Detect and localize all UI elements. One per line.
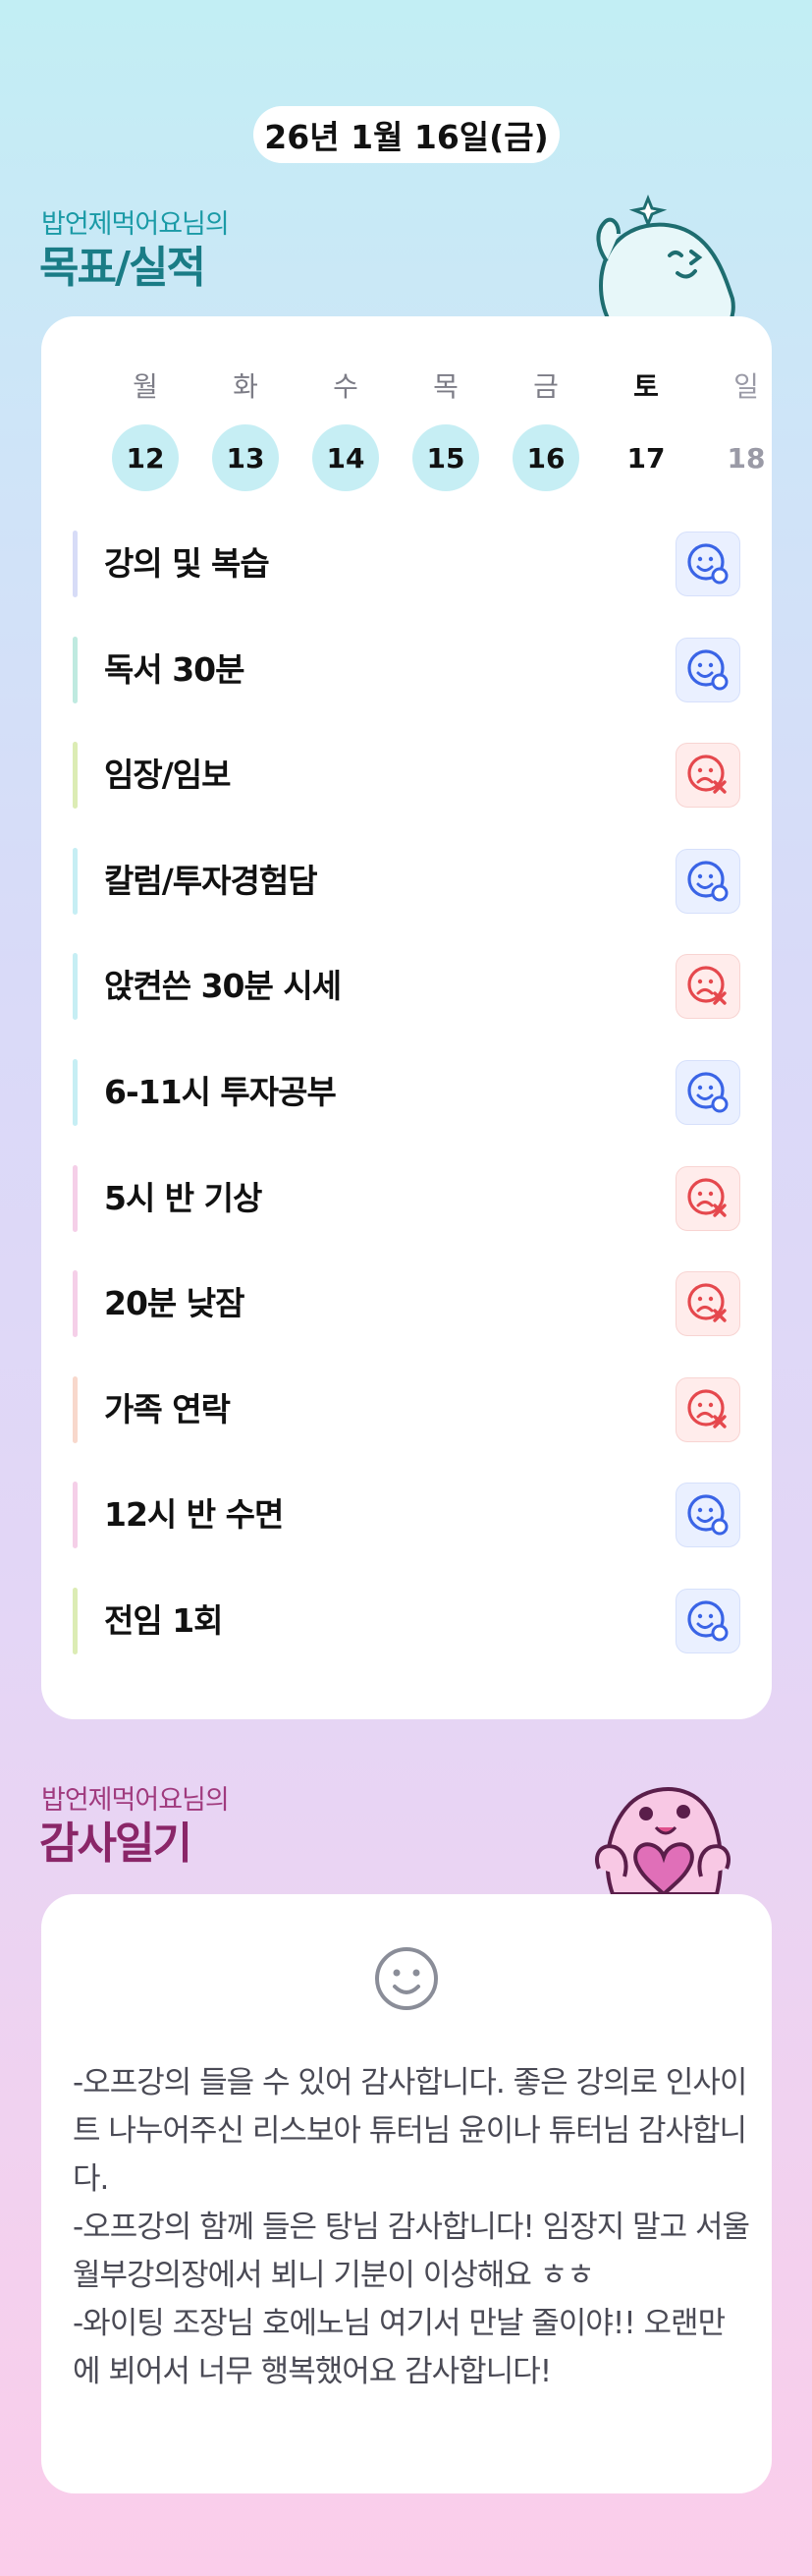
day-fri[interactable]: 금 16 bbox=[513, 367, 579, 491]
day-name: 수 bbox=[333, 370, 358, 403]
goal-label: 전임 1회 bbox=[104, 1601, 224, 1640]
goal-label: 5시 반 기상 bbox=[104, 1178, 262, 1217]
mascot-heart-illustration bbox=[595, 1787, 731, 1894]
day-number: 18 bbox=[727, 441, 766, 475]
goal-status-fail-icon[interactable] bbox=[676, 1165, 740, 1231]
goal-status-fail-icon[interactable] bbox=[676, 743, 740, 809]
goal-row[interactable]: 5시 반 기상 bbox=[41, 1164, 772, 1232]
goals-section-title: 목표/실적 bbox=[39, 243, 206, 293]
goal-row[interactable]: 전임 1회 bbox=[41, 1588, 772, 1654]
day-wed[interactable]: 수 14 bbox=[312, 367, 379, 491]
diary-card: -오프강의 들을 수 있어 감사합니다. 좋은 강의로 인사이트 나누어주신 리… bbox=[41, 1894, 772, 2493]
smiley-icon bbox=[375, 1947, 438, 2010]
date-label: 26년 1월 16일(금) bbox=[264, 118, 549, 156]
goal-color-bar bbox=[73, 1270, 78, 1338]
day-name: 목 bbox=[433, 370, 459, 403]
goal-color-bar bbox=[73, 636, 78, 703]
goal-color-bar bbox=[73, 953, 78, 1021]
day-name: 월 bbox=[133, 370, 158, 403]
day-number: 14 bbox=[312, 424, 379, 491]
date-pill[interactable]: 26년 1월 16일(금) bbox=[253, 106, 560, 163]
day-number: 16 bbox=[513, 424, 579, 491]
goal-color-bar bbox=[73, 531, 78, 597]
goal-row[interactable]: 독서 30분 bbox=[41, 636, 772, 703]
goal-row[interactable]: 20분 낮잠 bbox=[41, 1270, 772, 1338]
goal-label: 앉켠쓴 30분 시세 bbox=[104, 967, 342, 1006]
mascot-ghost-illustration bbox=[596, 194, 735, 320]
goal-label: 20분 낮잠 bbox=[104, 1284, 244, 1323]
goal-row[interactable]: 칼럼/투자경험담 bbox=[41, 847, 772, 915]
diary-section-title: 감사일기 bbox=[39, 1819, 192, 1869]
goal-label: 12시 반 수면 bbox=[104, 1495, 284, 1535]
goal-label: 6-11시 투자공부 bbox=[104, 1073, 337, 1111]
week-strip: 월 12 화 13 수 14 목 15 금 16 토 17 일 18 bbox=[41, 367, 772, 491]
goal-color-bar bbox=[73, 1588, 78, 1654]
goals-card: 월 12 화 13 수 14 목 15 금 16 토 17 일 18 강의 및 … bbox=[41, 316, 772, 1719]
day-name: 금 bbox=[533, 370, 559, 403]
goal-status-success-icon[interactable] bbox=[676, 532, 740, 596]
day-sat[interactable]: 토 17 bbox=[613, 367, 679, 491]
day-number: 15 bbox=[412, 424, 479, 491]
goal-color-bar bbox=[73, 1375, 78, 1443]
day-sun[interactable]: 일 18 bbox=[713, 367, 780, 491]
goal-color-bar bbox=[73, 742, 78, 810]
day-name: 일 bbox=[733, 370, 759, 403]
goal-status-success-icon[interactable] bbox=[676, 848, 740, 914]
day-name: 화 bbox=[233, 370, 258, 403]
day-number: 13 bbox=[212, 424, 279, 491]
day-tue[interactable]: 화 13 bbox=[212, 367, 279, 491]
goal-row[interactable]: 임장/임보 bbox=[41, 742, 772, 810]
goal-label: 임장/임보 bbox=[104, 756, 231, 795]
goal-color-bar bbox=[73, 1482, 78, 1549]
goal-label: 독서 30분 bbox=[104, 649, 244, 689]
diary-text: -오프강의 들을 수 있어 감사합니다. 좋은 강의로 인사이트 나누어주신 리… bbox=[73, 2065, 750, 2389]
goal-row[interactable]: 가족 연락 bbox=[41, 1375, 772, 1443]
goal-status-success-icon[interactable] bbox=[676, 1589, 740, 1653]
goal-color-bar bbox=[73, 1059, 78, 1126]
goal-status-fail-icon[interactable] bbox=[676, 1376, 740, 1442]
goal-row[interactable]: 12시 반 수면 bbox=[41, 1482, 772, 1549]
goal-label: 칼럼/투자경험담 bbox=[104, 861, 318, 900]
goal-color-bar bbox=[73, 847, 78, 915]
goal-row[interactable]: 앉켠쓴 30분 시세 bbox=[41, 953, 772, 1021]
goal-label: 강의 및 복습 bbox=[104, 544, 270, 583]
goal-status-fail-icon[interactable] bbox=[676, 954, 740, 1020]
day-name: 토 bbox=[633, 370, 659, 403]
goal-status-fail-icon[interactable] bbox=[676, 1271, 740, 1337]
day-thu[interactable]: 목 15 bbox=[412, 367, 479, 491]
day-number: 17 bbox=[626, 441, 666, 475]
goal-color-bar bbox=[73, 1164, 78, 1232]
day-number: 12 bbox=[112, 424, 179, 491]
day-mon[interactable]: 월 12 bbox=[112, 367, 179, 491]
goal-row[interactable]: 6-11시 투자공부 bbox=[41, 1059, 772, 1126]
goal-row[interactable]: 강의 및 복습 bbox=[41, 531, 772, 597]
goal-label: 가족 연락 bbox=[104, 1389, 231, 1428]
goal-status-success-icon[interactable] bbox=[676, 1060, 740, 1125]
goal-status-success-icon[interactable] bbox=[676, 1483, 740, 1548]
goal-status-success-icon[interactable] bbox=[676, 637, 740, 702]
